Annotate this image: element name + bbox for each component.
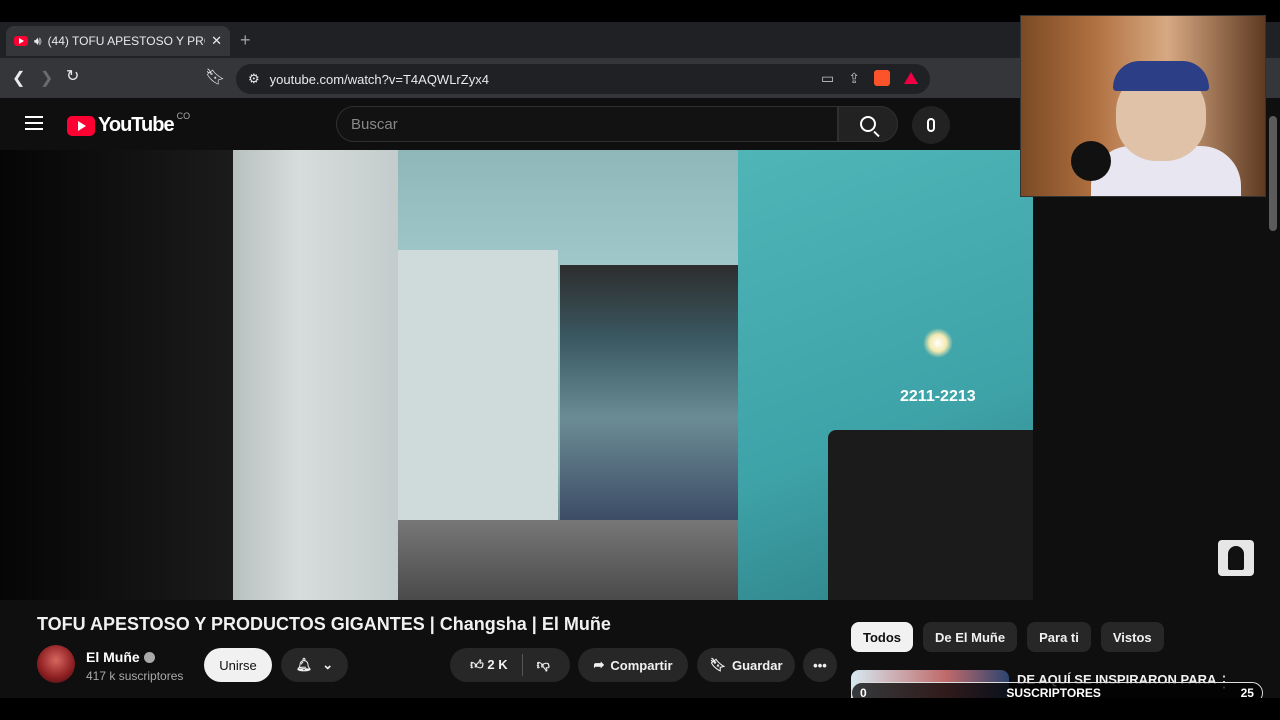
chip-para-ti[interactable]: Para ti: [1027, 622, 1091, 652]
microphone-icon: [927, 118, 935, 132]
new-tab-button[interactable]: +: [240, 30, 251, 51]
reload-icon[interactable]: ↻: [66, 66, 79, 86]
address-bar[interactable]: ⚙︎ youtube.com/watch?v=T4AQWLrZyx4 ▭ ⇪: [236, 64, 930, 94]
channel-avatar[interactable]: [37, 645, 75, 683]
verified-icon: [143, 652, 155, 663]
browser-tab[interactable]: 🔊︎ (44) TOFU APESTOSO Y PROD ✕: [6, 26, 230, 56]
screen-bottom-bar: [0, 698, 1280, 720]
search-icon: [860, 116, 876, 132]
youtube-favicon-icon: [14, 36, 28, 46]
video-title: TOFU APESTOSO Y PRODUCTOS GIGANTES | Cha…: [37, 614, 611, 634]
save-icon: 🔖︎: [709, 657, 726, 672]
chip-de-el-mune[interactable]: De El Muñe: [923, 622, 1018, 652]
back-icon[interactable]: ❮: [12, 68, 25, 88]
speaker-icon: 🔊︎: [34, 33, 42, 48]
bookmark-icon[interactable]: 🔖︎: [205, 67, 225, 87]
tab-title: (44) TOFU APESTOSO Y PROD: [47, 34, 206, 48]
video-frame[interactable]: 2211-2213: [233, 150, 1033, 600]
url-text[interactable]: youtube.com/watch?v=T4AQWLrZyx4: [270, 72, 489, 87]
notifications-button[interactable]: 🔔︎ ⌄: [281, 648, 348, 682]
chip-todos[interactable]: Todos: [851, 622, 914, 652]
page-scrollbar[interactable]: [1266, 98, 1280, 698]
channel-name-row[interactable]: El Muñe: [86, 649, 155, 665]
youtube-logo[interactable]: YouTube CO: [67, 111, 190, 137]
tab-close-icon[interactable]: ✕: [211, 33, 222, 49]
more-actions-button[interactable]: •••: [803, 648, 837, 682]
like-dislike-group: 👍︎ 2 K 👎︎: [450, 648, 570, 682]
channel-watermark-icon[interactable]: [1218, 540, 1254, 576]
site-info-icon[interactable]: ⚙︎: [248, 71, 260, 87]
subscriber-count: 417 k suscriptores: [86, 669, 184, 683]
share-page-icon[interactable]: ⇪: [848, 70, 860, 87]
brave-rewards-icon[interactable]: [904, 72, 918, 84]
share-button[interactable]: ➦ Compartir: [578, 648, 688, 682]
voice-search-button[interactable]: [912, 106, 950, 144]
search-input[interactable]: Buscar: [336, 106, 838, 142]
join-button[interactable]: Unirse: [204, 648, 272, 682]
room-sign: 2211-2213: [900, 388, 976, 405]
like-button[interactable]: 👍︎ 2 K: [470, 657, 507, 673]
youtube-play-icon: [67, 115, 95, 136]
cast-icon[interactable]: ▭: [821, 70, 834, 87]
chevron-down-icon: ⌄: [322, 657, 334, 672]
channel-name[interactable]: El Muñe: [86, 649, 140, 665]
chip-vistos[interactable]: Vistos: [1100, 622, 1164, 652]
streamer-webcam: [1020, 15, 1266, 197]
menu-icon[interactable]: [25, 116, 43, 130]
brave-shields-icon[interactable]: [874, 70, 890, 86]
forward-icon[interactable]: ❯: [40, 68, 53, 88]
share-icon: ➦: [593, 657, 605, 672]
related-filter-chips: Todos De El Muñe Para ti Vistos: [851, 622, 1164, 652]
search-button[interactable]: [838, 106, 898, 142]
dislike-button[interactable]: 👎︎: [537, 657, 550, 673]
bell-icon: 🔔︎: [295, 657, 313, 672]
save-button[interactable]: 🔖︎ Guardar: [697, 648, 795, 682]
